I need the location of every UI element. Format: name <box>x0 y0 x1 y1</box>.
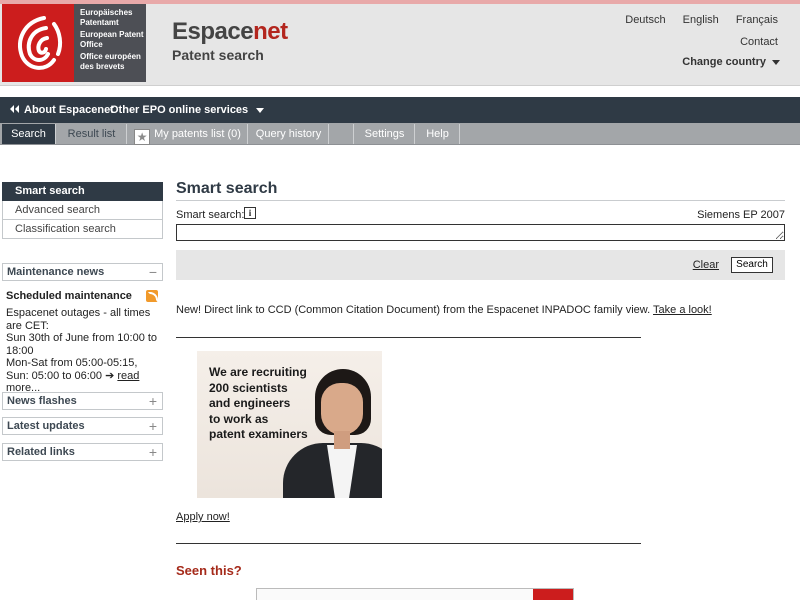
lang-francais[interactable]: Français <box>736 14 778 26</box>
tab-blank[interactable] <box>330 124 354 144</box>
content-divider <box>176 543 641 544</box>
site-title: Espacenet <box>172 18 288 46</box>
sidebar-item-advanced-search[interactable]: Advanced search <box>2 201 163 220</box>
tab-help[interactable]: Help <box>416 124 460 144</box>
panel-maintenance-news[interactable]: Maintenance news − <box>2 263 163 281</box>
banner-person-neck <box>334 431 350 449</box>
smart-search-input[interactable] <box>176 224 785 241</box>
maintenance-body: Espacenet outages - all times are CET: S… <box>6 307 162 395</box>
take-a-look-link[interactable]: Take a look! <box>653 304 712 316</box>
other-services-dropdown[interactable]: Other EPO online services <box>110 104 265 116</box>
logo-line-fr: Office européen des brevets <box>80 52 141 71</box>
site-subtitle: Patent search <box>172 47 264 63</box>
expand-icon: + <box>148 444 157 460</box>
epo-logo-text: Europäisches Patentamt European Patent O… <box>80 8 146 74</box>
clear-link[interactable]: Clear <box>693 259 719 271</box>
news-announcement-text: New! Direct link to CCD (Common Citation… <box>176 304 654 316</box>
panel-related-links[interactable]: Related links + <box>2 443 163 461</box>
collapse-icon: − <box>148 264 157 280</box>
panel-latest-updates[interactable]: Latest updates + <box>2 417 163 435</box>
panel-maintenance-label: Maintenance news <box>7 266 105 278</box>
site-title-accent: net <box>253 18 288 45</box>
language-links: Deutsch English Français <box>611 14 778 26</box>
maintenance-text-4-label: Sun: 05:00 to 06:00 <box>6 369 106 382</box>
chevron-down-icon <box>772 59 780 65</box>
change-country-label: Change country <box>682 56 766 68</box>
expand-icon: + <box>148 418 157 434</box>
search-action-bar: Clear Search <box>176 250 785 280</box>
sidebar-item-smart-search[interactable]: Smart search <box>2 182 163 201</box>
maintenance-title: Scheduled maintenance <box>6 290 132 302</box>
maintenance-text-2: Sun 30th of June from 10:00 to 18:00 <box>6 332 158 357</box>
panel-news-label: News flashes <box>7 395 77 407</box>
panel-related-label: Related links <box>7 446 75 458</box>
panel-latest-label: Latest updates <box>7 420 85 432</box>
search-example: Siemens EP 2007 <box>697 209 785 221</box>
contact-link[interactable]: Contact <box>740 36 778 48</box>
news-announcement: New! Direct link to CCD (Common Citation… <box>176 304 712 316</box>
expand-icon: + <box>148 393 157 409</box>
tab-result-list[interactable]: Result list <box>57 124 127 144</box>
search-button[interactable]: Search <box>731 257 773 273</box>
smart-search-label: Smart search: <box>176 209 245 221</box>
apply-now-link[interactable]: Apply now! <box>176 511 230 523</box>
recruiting-line-1: We are recruiting <box>209 365 307 379</box>
change-country-dropdown[interactable]: Change country <box>682 56 780 68</box>
maintenance-text-1: Espacenet outages - all times are CET: <box>6 307 151 332</box>
page-title: Smart search <box>176 180 278 197</box>
content-divider <box>176 337 641 338</box>
arrow-right-icon: ➔ <box>105 369 118 382</box>
lang-deutsch[interactable]: Deutsch <box>625 14 665 26</box>
epo-logo-mark <box>2 4 74 82</box>
tab-my-patents-list[interactable]: ★ My patents list (0) <box>128 124 248 145</box>
maintenance-text-3: Mon-Sat from 05:00-05:15, <box>6 357 138 369</box>
tab-search[interactable]: Search <box>2 124 56 144</box>
main-tabs: Search Result list ★ My patents list (0) … <box>0 123 800 145</box>
recruiting-line-4: to work as <box>209 411 269 426</box>
site-header: Europäisches Patentamt European Patent O… <box>0 4 800 86</box>
maintenance-text-4: Sun: 05:00 to 06:00 ➔ read more... <box>6 370 162 395</box>
recruiting-banner[interactable]: We are recruiting 200 scientists and eng… <box>197 351 382 498</box>
seen-this-heading: Seen this? <box>176 563 242 578</box>
tab-my-patents-label: My patents list (0) <box>154 128 241 140</box>
lang-english[interactable]: English <box>683 14 719 26</box>
rss-icon[interactable] <box>146 290 158 302</box>
banner-person-face <box>321 383 363 435</box>
logo-line-en: European Patent Office <box>80 30 144 49</box>
chevron-down-icon <box>256 107 265 113</box>
seen-this-preview[interactable] <box>256 588 574 600</box>
about-espacenet-link[interactable]: About Espacenet <box>24 104 114 116</box>
tab-query-history[interactable]: Query history <box>249 124 329 144</box>
search-type-nav: Smart search Advanced search Classificat… <box>2 182 163 239</box>
logo-line-de: Europäisches Patentamt <box>80 8 133 27</box>
sidebar-item-classification-search[interactable]: Classification search <box>2 220 163 239</box>
site-title-main: Espace <box>172 18 254 45</box>
top-navigation: About Espacenet Other EPO online service… <box>0 97 800 123</box>
other-services-label: Other EPO online services <box>110 104 249 116</box>
preview-thumbnail <box>533 589 573 600</box>
recruiting-line-5: patent examiners <box>209 427 308 441</box>
info-icon[interactable]: i <box>244 207 256 219</box>
recruiting-line-2: 200 scientists <box>209 380 288 395</box>
epo-spiral-icon <box>18 16 63 70</box>
title-divider <box>176 200 785 201</box>
panel-news-flashes[interactable]: News flashes + <box>2 392 163 410</box>
double-chevron-left-icon[interactable] <box>8 103 20 115</box>
recruiting-line-3: and engineers <box>209 396 291 410</box>
epo-logo[interactable]: Europäisches Patentamt European Patent O… <box>2 4 146 82</box>
star-icon: ★ <box>134 129 151 145</box>
tab-settings[interactable]: Settings <box>355 124 415 144</box>
recruiting-text: We are recruiting 200 scientists and eng… <box>209 365 308 443</box>
